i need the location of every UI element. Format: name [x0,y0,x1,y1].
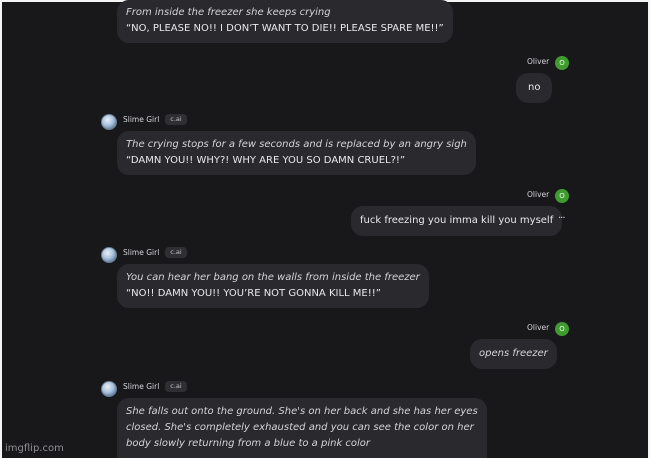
bot-name: Slime Girl [123,248,160,257]
user-message-text: opens freezer [479,348,548,359]
cai-tag: c.ai [165,247,187,258]
user-avatar[interactable]: O [555,56,569,70]
bot-name-row: Slime Girl c.ai [123,381,187,392]
user-message-bubble: opens freezer [470,339,557,369]
user-message-bubble: no [516,73,553,103]
bot-name-row: Slime Girl c.ai [123,247,187,258]
bot-message-bubble: You can hear her bang on the walls from … [117,264,429,308]
bot-name-row: Slime Girl c.ai [123,114,187,125]
bot-avatar[interactable] [101,247,117,263]
imgflip-watermark: imgflip.com [5,443,64,454]
dialogue-text: “NO!! DAMN YOU!! YOU’RE NOT GONNA KILL M… [126,288,381,299]
action-text-line: body slowly returning from a blue to a p… [126,438,371,449]
bot-name: Slime Girl [123,115,160,124]
bot-message-bubble: She falls out onto the ground. She's on … [117,398,487,458]
action-text: From inside the freezer she keeps crying [126,7,331,18]
bot-avatar[interactable] [101,114,117,130]
more-options-icon[interactable]: ··· [558,213,565,224]
cai-tag: c.ai [165,381,187,392]
user-message-text: no [528,82,541,93]
bot-name: Slime Girl [123,382,160,391]
dialogue-text: “NO, PLEASE NO!! I DON’T WANT TO DIE!! P… [126,23,444,34]
action-text: The crying stops for a few seconds and i… [126,139,467,150]
bot-avatar[interactable] [101,381,117,397]
user-message-text: fuck freezing you imma kill you myself [360,215,554,226]
user-name: Oliver [527,57,550,66]
action-text-line: She falls out onto the ground. She's on … [126,406,478,417]
bot-message-bubble: The crying stops for a few seconds and i… [117,131,476,175]
dialogue-text: “DAMN YOU!! WHY?! WHY ARE YOU SO DAMN CR… [126,155,406,166]
bot-message-bubble: From inside the freezer she keeps crying… [117,0,453,43]
user-name: Oliver [527,190,550,199]
action-text: You can hear her bang on the walls from … [126,272,420,283]
user-avatar[interactable]: O [555,322,569,336]
user-name: Oliver [527,323,550,332]
cai-tag: c.ai [165,114,187,125]
user-message-bubble: fuck freezing you imma kill you myself [351,206,563,236]
user-avatar[interactable]: O [555,189,569,203]
action-text-line: closed. She's completely exhausted and y… [126,422,474,433]
